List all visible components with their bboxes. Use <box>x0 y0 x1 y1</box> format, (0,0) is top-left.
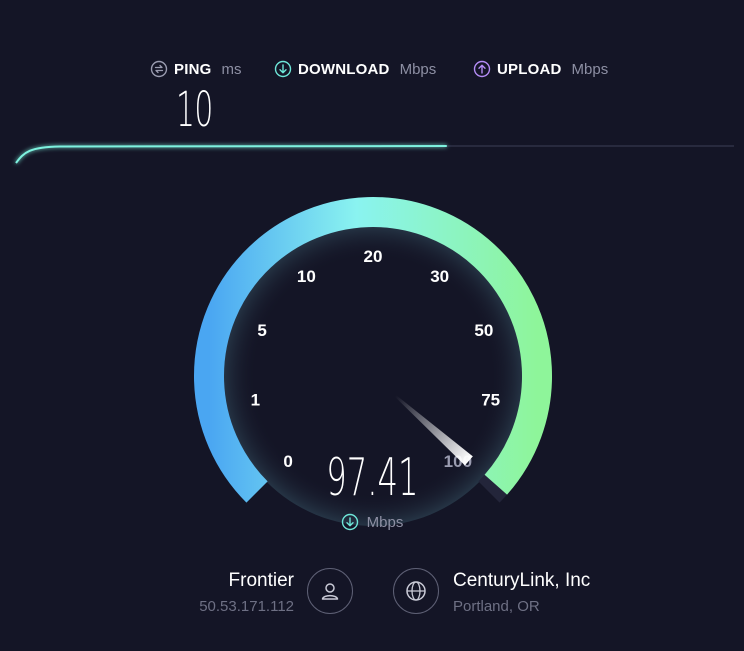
speed-unit-row: Mbps <box>0 513 744 531</box>
globe-icon <box>406 581 426 601</box>
speed-unit: Mbps <box>366 513 404 531</box>
speed-gauge: 0151020305075100 <box>194 197 552 526</box>
gauge-tick-label: 30 <box>430 267 449 286</box>
server-button[interactable] <box>393 568 439 614</box>
speed-value: 97.41 <box>326 448 419 508</box>
user-button[interactable] <box>307 568 353 614</box>
isp-ip: 50.53.171.112 <box>199 598 294 615</box>
isp-name: Frontier <box>228 570 294 591</box>
server-name: CenturyLink, Inc <box>453 570 591 591</box>
server-location: Portland, OR <box>453 598 540 615</box>
download-icon <box>341 513 358 531</box>
gauge-tick-label: 50 <box>474 321 493 340</box>
gauge-tick-label: 1 <box>251 390 260 409</box>
user-icon <box>321 583 339 600</box>
isp-info: Frontier 50.53.171.112 <box>130 570 294 615</box>
gauge-tick-label: 20 <box>364 247 383 266</box>
gauge-tick-label: 75 <box>481 390 500 409</box>
server-info: CenturyLink, Inc Portland, OR <box>453 570 703 615</box>
gauge-tick-label: 5 <box>257 321 266 340</box>
gauge-tick-label: 10 <box>297 267 316 286</box>
